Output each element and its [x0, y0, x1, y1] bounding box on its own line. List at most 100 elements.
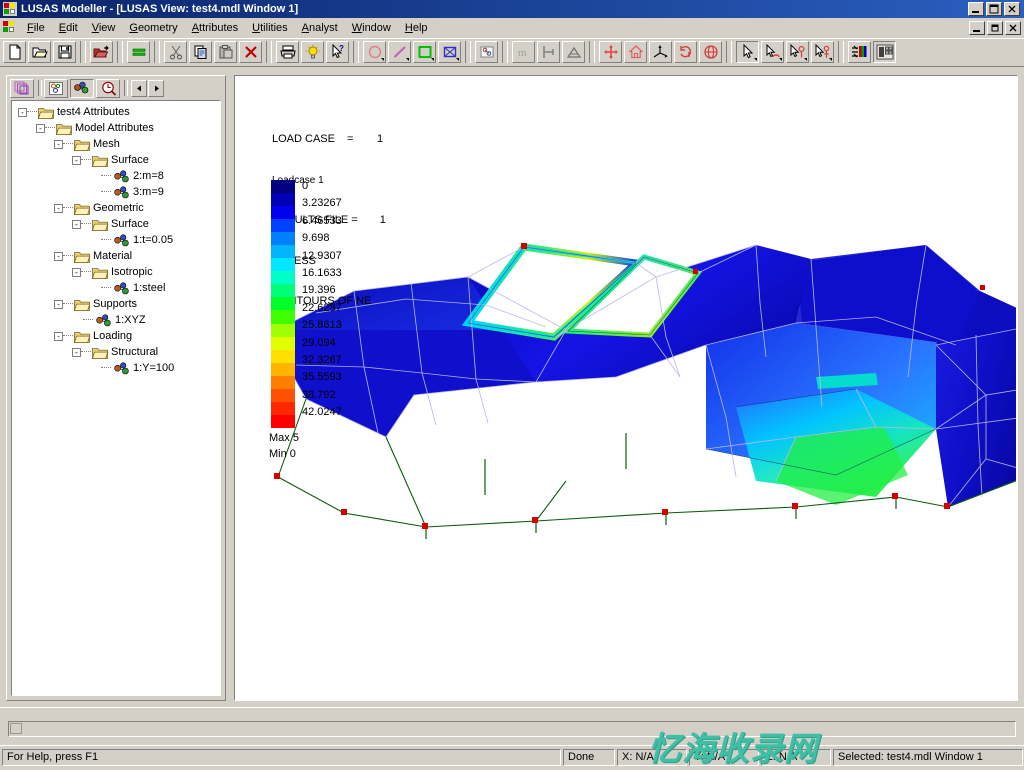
tree-item-label: Material — [93, 250, 133, 262]
tree-item-loading[interactable]: - Loading — [12, 328, 220, 344]
tree-item-supports[interactable]: - Supports — [12, 296, 220, 312]
tree-item-1-t-0-05[interactable]: 1:t=0.05 — [12, 232, 220, 248]
open-file-icon[interactable] — [28, 41, 51, 63]
tree-expander-icon[interactable]: - — [72, 347, 81, 357]
tree-item-1-xyz[interactable]: 1:XYZ — [12, 312, 220, 328]
groups-tab[interactable] — [44, 78, 68, 98]
tree-expander-icon[interactable]: - — [54, 139, 63, 149]
toolbar-group-model — [89, 41, 114, 63]
menu-item-window[interactable]: Window — [345, 20, 398, 36]
tree-item-1-y-100[interactable]: 1:Y=100 — [12, 360, 220, 376]
load-icon[interactable] — [562, 41, 585, 63]
menu-item-analyst[interactable]: Analyst — [295, 20, 345, 36]
tree-item-model-attributes[interactable]: - Model Attributes — [12, 120, 220, 136]
tree-expander-icon[interactable]: - — [54, 203, 63, 213]
mdi-close-button[interactable] — [1005, 20, 1021, 35]
folder-icon — [91, 266, 109, 279]
cut-scissors-icon[interactable] — [164, 41, 187, 63]
tree-item-label: Loading — [93, 330, 133, 342]
tree-item-surface[interactable]: - Surface — [12, 216, 220, 232]
tree-item-material[interactable]: - Material — [12, 248, 220, 264]
lightbulb-icon[interactable] — [301, 41, 324, 63]
select-node-icon[interactable] — [786, 41, 809, 63]
history-tab[interactable] — [96, 78, 120, 98]
tree-item-1-steel[interactable]: 1:steel — [12, 280, 220, 296]
tree-scroll-right-button[interactable] — [148, 79, 164, 97]
help-pointer-icon[interactable]: ? — [326, 41, 349, 63]
folder-icon — [91, 346, 109, 359]
attributes-tab[interactable] — [70, 78, 94, 98]
equals-green-icon[interactable] — [127, 41, 150, 63]
model-canvas[interactable]: Z LOAD CASE=1 Loadcase 1 RESULTS FILE =1… — [236, 77, 1016, 699]
isometric-icon[interactable] — [649, 41, 672, 63]
tree-expander-icon[interactable]: - — [72, 219, 81, 229]
pan-icon[interactable] — [599, 41, 622, 63]
print-icon[interactable] — [276, 41, 299, 63]
copy-icon[interactable] — [189, 41, 212, 63]
minimize-button[interactable] — [968, 2, 984, 16]
dynamic-rotate-icon[interactable] — [699, 41, 722, 63]
tree-item-label: Mesh — [93, 138, 120, 150]
tree-item-geometric[interactable]: - Geometric — [12, 200, 220, 216]
tree-expander-icon[interactable]: - — [72, 267, 81, 277]
select-point-icon[interactable] — [811, 41, 834, 63]
mdi-document-icon[interactable] — [2, 20, 17, 35]
mesh-icon[interactable] — [475, 41, 498, 63]
folder-icon — [91, 218, 109, 231]
tree-expander-icon[interactable]: - — [18, 107, 27, 117]
rotate-icon[interactable] — [674, 41, 697, 63]
new-file-icon[interactable] — [3, 41, 26, 63]
command-input[interactable] — [8, 721, 1016, 737]
line-icon[interactable] — [388, 41, 411, 63]
menu-item-view[interactable]: View — [85, 20, 123, 36]
tree-scroll-left-button[interactable] — [131, 79, 147, 97]
mdi-minimize-button[interactable] — [969, 20, 985, 35]
layers-tab[interactable] — [10, 78, 34, 98]
mdi-restore-button[interactable] — [987, 20, 1003, 35]
select-arrow-icon[interactable] — [736, 41, 759, 63]
delete-x-icon[interactable] — [239, 41, 262, 63]
command-bar-area — [0, 707, 1024, 746]
tree-expander-icon[interactable]: - — [72, 155, 81, 165]
tree-item-3-m-9[interactable]: 3:m=9 — [12, 184, 220, 200]
save-file-icon[interactable] — [53, 41, 76, 63]
tree-expander-icon[interactable]: - — [54, 331, 63, 341]
menu-item-utilities[interactable]: Utilities — [245, 20, 294, 36]
paste-icon[interactable] — [214, 41, 237, 63]
tree-item-isotropic[interactable]: - Isotropic — [12, 264, 220, 280]
menu-item-file[interactable]: FFileile — [20, 20, 52, 36]
home-view-icon[interactable] — [624, 41, 647, 63]
colour-band — [271, 245, 295, 259]
select-line-icon[interactable] — [761, 41, 784, 63]
menu-item-attributes[interactable]: Attributes — [185, 20, 245, 36]
colour-band — [271, 232, 295, 246]
close-button[interactable] — [1004, 2, 1020, 16]
tree-item-surface[interactable]: - Surface — [12, 152, 220, 168]
tree-expander-icon[interactable]: - — [54, 299, 63, 309]
open-model-icon[interactable] — [90, 41, 113, 63]
menu-item-geometry[interactable]: Geometry — [122, 20, 184, 36]
tree-item-structural[interactable]: - Structural — [12, 344, 220, 360]
print-results-icon[interactable] — [873, 41, 896, 63]
contour-icon[interactable] — [848, 41, 871, 63]
menu-item-edit[interactable]: Edit — [52, 20, 85, 36]
tree-item-test4-attributes[interactable]: - test4 Attributes — [12, 104, 220, 120]
support-icon[interactable] — [537, 41, 560, 63]
colour-band — [271, 284, 295, 298]
tree-expander-icon[interactable]: - — [54, 251, 63, 261]
point-circle-icon[interactable] — [363, 41, 386, 63]
folder-icon — [73, 298, 91, 311]
volume-icon[interactable] — [438, 41, 461, 63]
contour-colour-bar — [271, 180, 295, 428]
surface-icon[interactable] — [413, 41, 436, 63]
tree-item-label: 3:m=9 — [133, 186, 164, 198]
model-view-window[interactable]: Z LOAD CASE=1 Loadcase 1 RESULTS FILE =1… — [234, 75, 1018, 701]
tree-expander-icon[interactable]: - — [36, 123, 45, 133]
maximize-button[interactable] — [986, 2, 1002, 16]
dimension-icon[interactable]: m — [512, 41, 535, 63]
menu-item-help[interactable]: Help — [398, 20, 435, 36]
tree-scroll-area[interactable]: - test4 Attributes - Model Attributes - Mesh -… — [11, 100, 221, 696]
tree-item-2-m-8[interactable]: 2:m=8 — [12, 168, 220, 184]
folder-icon — [73, 250, 91, 263]
tree-item-mesh[interactable]: - Mesh — [12, 136, 220, 152]
